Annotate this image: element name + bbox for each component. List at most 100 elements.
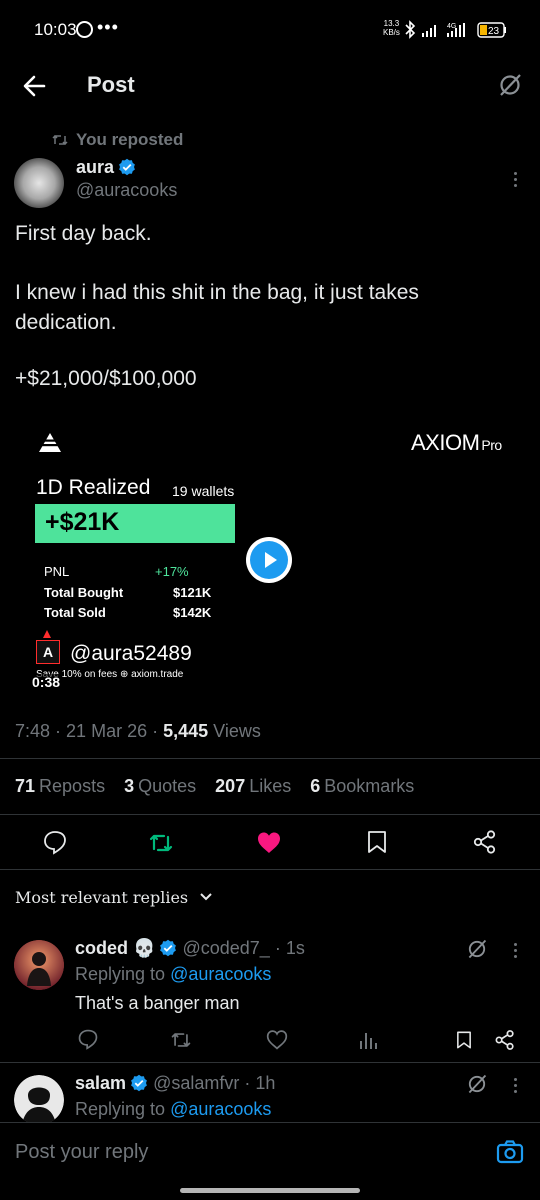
reply-author-name[interactable]: salam (75, 1073, 126, 1093)
axiom-logo-icon (39, 433, 61, 452)
replies-sort-dropdown[interactable]: Most relevant replies (15, 888, 213, 907)
pnl-highlight-value: +$21K (45, 508, 120, 536)
reply-text: That's a banger man (75, 993, 240, 1013)
back-arrow-icon[interactable] (22, 73, 48, 99)
pnl-highlight: +$21K (35, 504, 235, 543)
post-header: Post (0, 60, 540, 114)
divider (0, 1062, 540, 1063)
verified-badge-icon (119, 158, 135, 176)
total-bought-value: $121K (173, 585, 212, 600)
reply-input[interactable]: Post your reply (15, 1141, 148, 1164)
grok-icon[interactable] (466, 1073, 488, 1095)
bookmarks-stat[interactable]: 6 Bookmarks (310, 776, 414, 796)
skull-emoji-icon: 💀 (133, 938, 156, 958)
reply-author-name[interactable]: coded (75, 938, 128, 958)
repost-action-icon[interactable] (170, 1029, 192, 1051)
battery-level: 23 (488, 26, 500, 37)
video-duration: 0:38 (30, 674, 63, 690)
author-handle[interactable]: @auracooks (76, 180, 177, 201)
reply-avatar[interactable] (14, 940, 64, 990)
repost-icon (52, 134, 68, 146)
status-icons: 4G 23 (405, 20, 506, 39)
more-notifications-icon: ••• (97, 17, 119, 37)
share-icon[interactable] (472, 829, 498, 855)
author-name[interactable]: aura (76, 157, 136, 178)
grok-icon[interactable] (466, 938, 488, 960)
post-more-icon[interactable] (514, 172, 518, 190)
status-time: 10:03 (34, 20, 77, 39)
divider (0, 814, 540, 815)
replying-to-handle[interactable]: @auracooks (170, 964, 271, 984)
reply-replying-to: Replying to @auracooks (75, 1099, 271, 1120)
reply-replying-to: Replying to @auracooks (75, 964, 271, 985)
post-time: 7:48 (15, 721, 51, 741)
views-icon[interactable] (358, 1029, 378, 1051)
bookmark-icon[interactable] (454, 1029, 474, 1051)
reply-more-icon[interactable] (514, 1078, 518, 1096)
post-meta: 7:48 · 21 Mar 26 · 5,445 Views (15, 721, 261, 741)
bluetooth-icon (405, 20, 416, 39)
status-bar: 10:03 ••• 13.3 KB/s 4G 23 (0, 0, 540, 60)
axiom-brand-suffix: Pro (481, 437, 502, 453)
post-date: 21 Mar 26 (66, 721, 148, 741)
share-icon[interactable] (494, 1029, 516, 1051)
replying-to-handle[interactable]: @auracooks (170, 1099, 271, 1119)
replies-sort-label[interactable]: Most relevant replies (15, 888, 188, 907)
network-speed-value: 13.3 (383, 19, 400, 28)
author-avatar[interactable] (14, 158, 64, 208)
reply-avatar[interactable] (14, 1075, 64, 1125)
play-button[interactable] (246, 537, 292, 583)
pnl-label: PNL (44, 564, 70, 579)
quotes-stat[interactable]: 3 Quotes (124, 776, 196, 796)
total-sold-value: $142K (173, 605, 212, 620)
reposts-stat[interactable]: 71 Reposts (15, 776, 105, 796)
divider (0, 758, 540, 759)
verified-badge-icon (160, 939, 177, 957)
replying-to-label: Replying to (75, 964, 166, 984)
likes-stat[interactable]: 207 Likes (215, 776, 291, 796)
chevron-down-icon[interactable] (199, 892, 213, 902)
axiom-brand-name: AXIOM (411, 430, 480, 455)
post-text-line-2: I knew i had this shit in the bag, it ju… (15, 281, 419, 304)
axiom-user-avatar: A (36, 640, 60, 664)
whatsapp-icon (76, 21, 93, 38)
reply-age: 1h (255, 1073, 276, 1093)
total-bought-label: Total Bought (44, 585, 124, 600)
like-icon[interactable] (256, 830, 282, 856)
repost-action-icon[interactable] (148, 830, 174, 856)
realized-label: 1D Realized (36, 476, 151, 499)
video-media[interactable]: AXIOM Pro 1D Realized 19 wallets +$21K PN… (15, 418, 525, 698)
reply-icon[interactable] (77, 1028, 99, 1050)
post-text-line-1: First day back. (15, 222, 152, 245)
like-icon[interactable] (266, 1029, 288, 1051)
post-text-line-3: dedication. (15, 311, 117, 334)
bookmark-icon[interactable] (364, 829, 390, 855)
reposted-label: You reposted (76, 130, 184, 149)
network-speed-unit: KB/s (383, 28, 400, 37)
reply-age: 1s (285, 938, 305, 958)
page-title: Post (87, 72, 135, 97)
reply-author-handle[interactable]: @coded7_ (182, 938, 269, 958)
replying-to-label: Replying to (75, 1099, 166, 1119)
reply-icon[interactable] (42, 829, 68, 855)
camera-icon[interactable] (496, 1139, 524, 1165)
reply-author-handle[interactable]: @salamfvr (153, 1073, 239, 1093)
reply-composer[interactable]: Post your reply (0, 1122, 540, 1182)
views-label: Views (213, 721, 261, 741)
home-indicator[interactable] (180, 1188, 360, 1193)
play-icon[interactable] (250, 541, 288, 579)
grok-icon[interactable] (497, 72, 523, 98)
axiom-brand: AXIOM Pro (411, 430, 502, 456)
verified-badge-icon (131, 1074, 147, 1092)
author-name-text[interactable]: aura (76, 157, 114, 177)
signal-icon-1 (422, 25, 436, 37)
reply-header: salam @salamfvr · 1h (75, 1073, 276, 1093)
small-logo-icon (43, 630, 51, 638)
views-count: 5,445 (163, 721, 209, 741)
network-type: 4G (447, 23, 456, 30)
pnl-value: +17% (155, 564, 189, 579)
reply-more-icon[interactable] (514, 943, 518, 961)
network-speed: 13.3 KB/s (383, 19, 400, 37)
post-stats: 71 Reposts 3 Quotes 207 Likes 6 Bookmarks (15, 776, 414, 797)
wallets-count: 19 wallets (172, 483, 235, 499)
